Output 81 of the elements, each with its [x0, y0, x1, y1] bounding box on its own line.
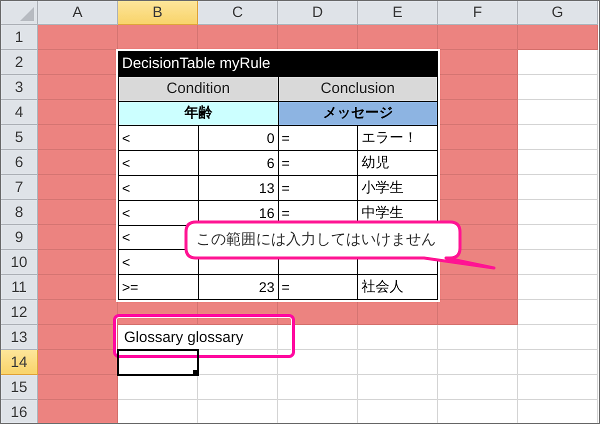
grid-cell[interactable]	[438, 125, 518, 150]
grid-cell[interactable]	[38, 400, 118, 423]
callout-text: この範囲には入力してはいけません	[196, 230, 436, 249]
grid-cell[interactable]	[38, 75, 118, 100]
grid-cell[interactable]	[518, 25, 598, 50]
table-header: Conclusion	[278, 76, 438, 102]
table-cell: =	[278, 176, 358, 201]
table-cell: 6	[198, 151, 278, 176]
row-header[interactable]: 13	[1, 325, 38, 350]
row-header[interactable]: 5	[1, 125, 38, 150]
grid-cell[interactable]	[38, 325, 118, 350]
table-cell: 23	[198, 275, 278, 300]
grid-cell[interactable]	[438, 100, 518, 125]
cell-cursor[interactable]	[117, 349, 199, 376]
grid-cell[interactable]	[198, 25, 278, 50]
grid-cell[interactable]	[438, 25, 518, 50]
grid-cell[interactable]	[38, 200, 118, 225]
grid-cell[interactable]	[38, 225, 118, 250]
table-header: 年齢	[119, 102, 278, 126]
grid-cell[interactable]	[38, 100, 118, 125]
table-cell: <	[119, 176, 199, 201]
grid-cell[interactable]	[38, 375, 118, 400]
table-cell: <	[119, 151, 199, 176]
column-header[interactable]: G	[518, 1, 598, 25]
grid-cell[interactable]	[438, 200, 518, 225]
table-cell: 小学生	[358, 176, 438, 201]
grid-cell[interactable]	[38, 125, 118, 150]
grid-cell[interactable]	[358, 25, 438, 50]
grid-cell[interactable]	[38, 350, 118, 375]
table-cell: 社会人	[358, 275, 438, 300]
grid-cell[interactable]	[358, 300, 438, 325]
table-header: Condition	[119, 76, 278, 102]
row-header[interactable]: 4	[1, 100, 38, 125]
table-cell: 幼児	[358, 151, 438, 176]
table-cell: 0	[198, 126, 278, 152]
grid-cell[interactable]	[38, 175, 118, 200]
column-header[interactable]: A	[38, 1, 118, 25]
grid-cell[interactable]	[38, 25, 118, 50]
column-header[interactable]: E	[358, 1, 438, 25]
column-header[interactable]: D	[278, 1, 358, 25]
table-cell: =	[278, 151, 358, 176]
table-header: メッセージ	[278, 102, 438, 126]
row-header[interactable]: 3	[1, 75, 38, 100]
grid-cell[interactable]	[438, 50, 518, 75]
table-cell: =	[278, 126, 358, 152]
grid-cell[interactable]	[438, 75, 518, 100]
row-header[interactable]: 11	[1, 275, 38, 300]
grid-cell[interactable]	[38, 275, 118, 300]
column-header[interactable]: B	[118, 1, 198, 25]
grid-cell[interactable]	[38, 250, 118, 275]
table-cell: =	[278, 275, 358, 300]
table-title: DecisionTable myRule	[119, 52, 438, 77]
grid-cell[interactable]	[438, 150, 518, 175]
row-header[interactable]: 12	[1, 300, 38, 325]
row-header[interactable]: 10	[1, 250, 38, 275]
row-header[interactable]: 7	[1, 175, 38, 200]
row-header[interactable]: 1	[1, 25, 38, 50]
cell-text: Glossary glossary	[118, 325, 278, 350]
row-header[interactable]: 8	[1, 200, 38, 225]
table-cell: >=	[119, 275, 199, 300]
table-cell: エラー！	[358, 126, 438, 152]
row-header[interactable]: 2	[1, 50, 38, 75]
grid-cell[interactable]	[38, 300, 118, 325]
row-header[interactable]: 15	[1, 375, 38, 400]
grid-cell[interactable]	[38, 150, 118, 175]
grid-cell[interactable]	[438, 175, 518, 200]
grid-cell[interactable]	[278, 25, 358, 50]
row-header[interactable]: 9	[1, 225, 38, 250]
table-cell: <	[119, 126, 199, 152]
row-header[interactable]: 16	[1, 400, 38, 423]
table-cell: 13	[198, 176, 278, 201]
triangle-icon	[20, 7, 34, 21]
grid-cell[interactable]	[38, 50, 118, 75]
row-header[interactable]: 14	[1, 350, 38, 375]
grid-cell[interactable]	[438, 275, 518, 300]
column-header[interactable]: F	[438, 1, 518, 25]
row-header[interactable]: 6	[1, 150, 38, 175]
select-all-corner[interactable]	[1, 1, 38, 25]
grid-cell[interactable]	[438, 300, 518, 325]
grid-cell[interactable]	[118, 25, 198, 50]
column-header[interactable]: C	[198, 1, 278, 25]
